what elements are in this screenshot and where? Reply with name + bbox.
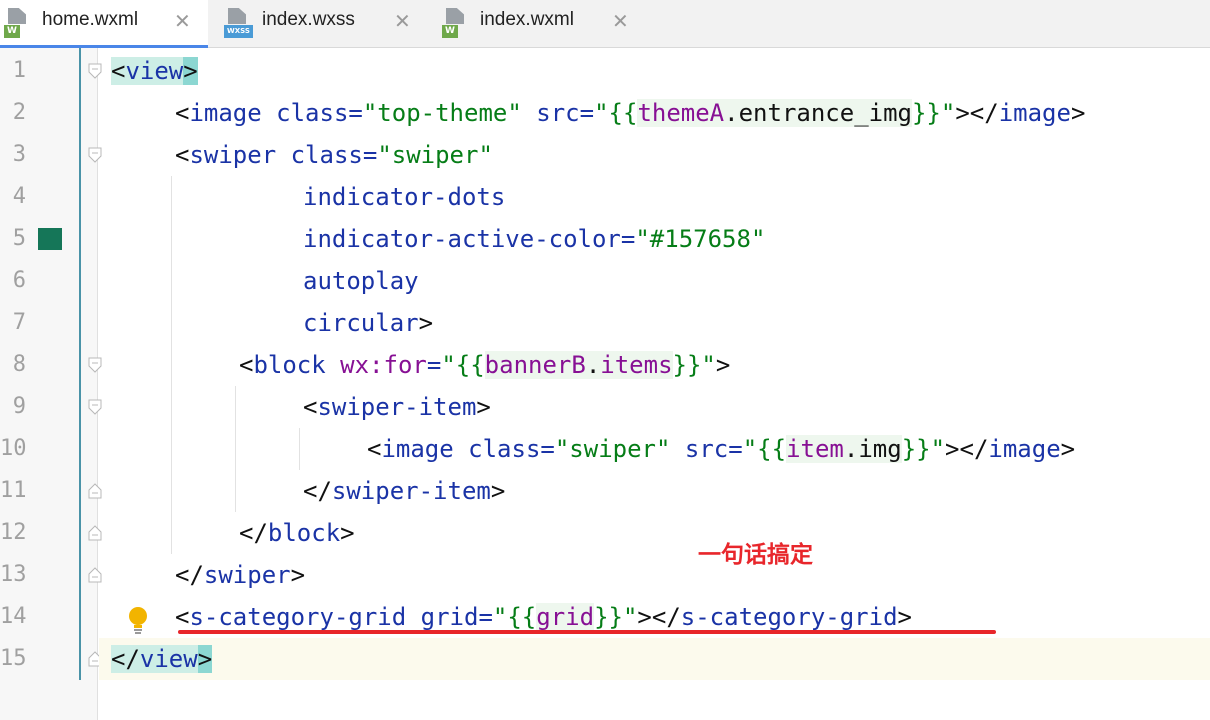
tab-home-wxml[interactable]: W home.wxml ✕ (0, 0, 208, 48)
fold-open-icon[interactable] (88, 63, 102, 79)
line-number: 3 (12, 142, 26, 167)
line-number: 13 (0, 562, 27, 587)
code-line-12[interactable]: </block> (239, 512, 355, 554)
code-line-1[interactable]: <view> (111, 50, 198, 92)
code-line-13[interactable]: </swiper> (175, 554, 305, 596)
indent-guide (299, 428, 300, 470)
editor-tab-bar: W home.wxml ✕ WXSS index.wxss ✕ W index.… (0, 0, 1210, 48)
line-number: 6 (12, 268, 26, 293)
code-line-6[interactable]: autoplay (303, 260, 419, 302)
line-number: 12 (0, 520, 27, 545)
tab-label: index.wxss (262, 9, 355, 30)
line-number: 15 (0, 646, 27, 671)
line-number: 9 (12, 394, 26, 419)
close-icon[interactable]: ✕ (394, 9, 411, 33)
close-icon[interactable]: ✕ (174, 9, 191, 33)
lightbulb-icon[interactable] (126, 605, 150, 635)
annotation-underline (178, 630, 996, 634)
line-number: 8 (12, 352, 26, 377)
code-line-11[interactable]: </swiper-item> (303, 470, 505, 512)
line-number: 11 (0, 478, 27, 503)
fold-close-icon[interactable] (88, 525, 102, 541)
line-number: 10 (0, 436, 27, 461)
tab-label: index.wxml (480, 9, 574, 30)
fold-close-icon[interactable] (88, 567, 102, 583)
wxml-file-icon: W (4, 8, 32, 38)
tab-label: home.wxml (42, 9, 139, 30)
annotation-callout: 一句话搞定 (698, 542, 813, 568)
fold-close-icon[interactable] (88, 483, 102, 499)
indent-guide (171, 176, 172, 554)
line-number: 1 (12, 58, 26, 83)
line-number: 2 (12, 100, 26, 125)
code-line-15[interactable]: </view> (111, 638, 213, 680)
code-line-3[interactable]: <swiper class="swiper" (175, 134, 493, 176)
code-line-7[interactable]: circular> (303, 302, 433, 344)
line-number: 14 (0, 604, 27, 629)
tab-index-wxml[interactable]: W index.wxml ✕ (426, 0, 644, 48)
code-line-9[interactable]: <swiper-item> (303, 386, 491, 428)
code-line-4[interactable]: indicator-dots (303, 176, 505, 218)
code-line-5[interactable]: indicator-active-color="#157658" (303, 218, 765, 260)
fold-open-icon[interactable] (88, 357, 102, 373)
close-icon[interactable]: ✕ (612, 9, 629, 33)
current-line-highlight (99, 638, 1210, 680)
color-swatch-marker[interactable] (38, 228, 62, 250)
scope-indicator-line (79, 48, 81, 680)
tab-index-wxss[interactable]: WXSS index.wxss ✕ (208, 0, 426, 48)
fold-open-icon[interactable] (88, 147, 102, 163)
indent-guide (235, 386, 236, 512)
wxml-file-icon: W (442, 8, 470, 38)
line-number: 5 (12, 226, 26, 251)
wxss-file-icon: WXSS (224, 8, 253, 38)
fold-open-icon[interactable] (88, 399, 102, 415)
code-line-8[interactable]: <block wx:for="{{bannerB.items}}"> (239, 344, 730, 386)
code-line-2[interactable]: <image class="top-theme" src="{{themeA.e… (175, 92, 1085, 134)
code-line-10[interactable]: <image class="swiper" src="{{item.img}}"… (367, 428, 1075, 470)
line-number: 7 (12, 310, 26, 335)
line-number: 4 (12, 184, 26, 209)
